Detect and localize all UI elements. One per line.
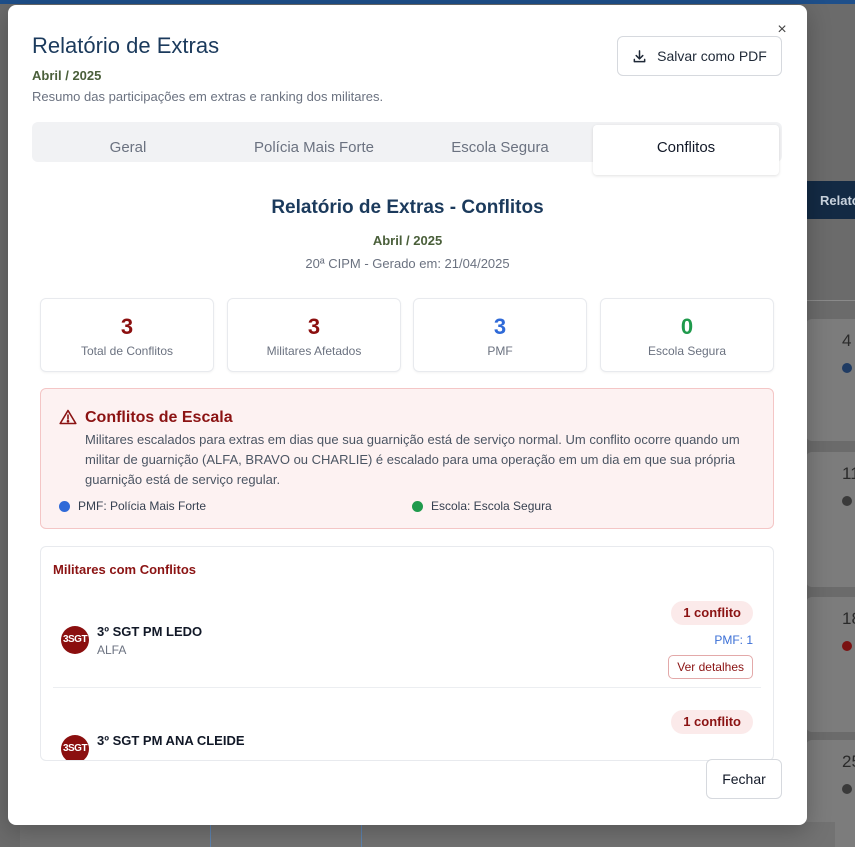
stat-label: Escola Segura	[647, 344, 727, 358]
tab-geral[interactable]: Geral	[35, 125, 221, 159]
close-button[interactable]: Fechar	[706, 759, 782, 799]
conflict-count-badge: 1 conflito	[671, 601, 753, 625]
modal-title: Relatório de Extras	[32, 33, 220, 58]
stat-escola-segura: 0 Escola Segura	[600, 298, 774, 372]
report-generated-info: 20ª CIPM - Gerado em: 21/04/2025	[305, 256, 510, 271]
legend-label: Escola: Escola Segura	[431, 499, 552, 513]
background-card-dot	[842, 496, 852, 506]
background-divider	[806, 300, 855, 301]
save-pdf-button[interactable]: Salvar como PDF	[617, 36, 782, 76]
report-title: Relatório de Extras - Conflitos	[271, 197, 544, 218]
background-card-number: 4	[842, 331, 852, 350]
background-card-dot	[842, 641, 852, 651]
background-navbar-label: Relató	[820, 193, 855, 208]
stat-label: Militares Afetados	[266, 344, 362, 358]
list-item: 3SGT 3º SGT PM ANA CLEIDE 1 conflito	[53, 702, 761, 760]
stat-total-conflitos: 3 Total de Conflitos	[40, 298, 214, 372]
pmf-count: PMF: 1	[714, 633, 753, 647]
list-title: Militares com Conflitos	[53, 562, 197, 577]
background-bottom-strip	[20, 822, 835, 847]
legend-escola: Escola: Escola Segura	[412, 499, 552, 513]
background-card-number: 11	[842, 464, 855, 483]
warning-icon	[59, 409, 77, 425]
militar-name: 3º SGT PM LEDO	[97, 624, 203, 639]
tab-policia-mais-forte[interactable]: Polícia Mais Forte	[221, 125, 407, 159]
avatar: 3SGT	[61, 626, 89, 654]
modal-period: Abril / 2025	[32, 68, 102, 83]
tab-conflitos[interactable]: Conflitos	[593, 125, 779, 175]
legend-dot-icon	[59, 500, 70, 512]
militares-conflitos-list: Militares com Conflitos 3SGT 3º SGT PM L…	[40, 546, 774, 761]
alert-text: Militares escalados para extras em dias …	[85, 432, 740, 487]
modal-description: Resumo das participações em extras e ran…	[32, 89, 384, 104]
conflict-alert: Conflitos de Escala Militares escalados …	[40, 388, 774, 529]
tab-escola-segura[interactable]: Escola Segura	[407, 125, 593, 159]
background-card-dot	[842, 363, 852, 373]
list-item: 3SGT 3º SGT PM LEDO ALFA 1 conflito PMF:…	[53, 592, 761, 702]
legend-label: PMF: Polícia Mais Forte	[78, 499, 207, 513]
report-tabs: Geral Polícia Mais Forte Escola Segura C…	[32, 122, 782, 175]
alert-title: Conflitos de Escala	[85, 409, 233, 426]
download-icon	[633, 49, 646, 62]
background-card-dot	[842, 784, 852, 794]
report-modal: × Relatório de Extras Abril / 2025 Resum…	[8, 5, 807, 825]
stat-value: 3	[307, 314, 321, 339]
stat-value: 0	[680, 314, 694, 339]
background-calendar-card: 18	[806, 597, 855, 732]
background-card-number: 25	[842, 752, 855, 771]
stat-pmf: 3 PMF	[413, 298, 587, 372]
view-details-button[interactable]: Ver detalhes	[668, 655, 753, 679]
legend-dot-icon	[412, 500, 423, 512]
stat-label: Total de Conflitos	[80, 344, 174, 358]
background-calendar-card: 4	[806, 319, 855, 441]
militar-name: 3º SGT PM ANA CLEIDE	[97, 733, 245, 748]
stat-value: 3	[120, 314, 134, 339]
background-navbar: Relató	[806, 181, 855, 219]
stat-militares-afetados: 3 Militares Afetados	[227, 298, 401, 372]
save-pdf-label: Salvar como PDF	[657, 48, 767, 64]
background-calendar-card: 11	[806, 452, 855, 587]
conflict-count-badge: 1 conflito	[671, 710, 753, 734]
row-divider	[53, 687, 761, 688]
legend-pmf: PMF: Polícia Mais Forte	[59, 499, 206, 513]
background-card-number: 18	[842, 609, 855, 628]
avatar: 3SGT	[61, 735, 89, 760]
militar-unit: ALFA	[97, 643, 127, 657]
stat-label: PMF	[487, 344, 513, 358]
report-period: Abril / 2025	[372, 233, 443, 248]
stat-value: 3	[493, 314, 507, 339]
